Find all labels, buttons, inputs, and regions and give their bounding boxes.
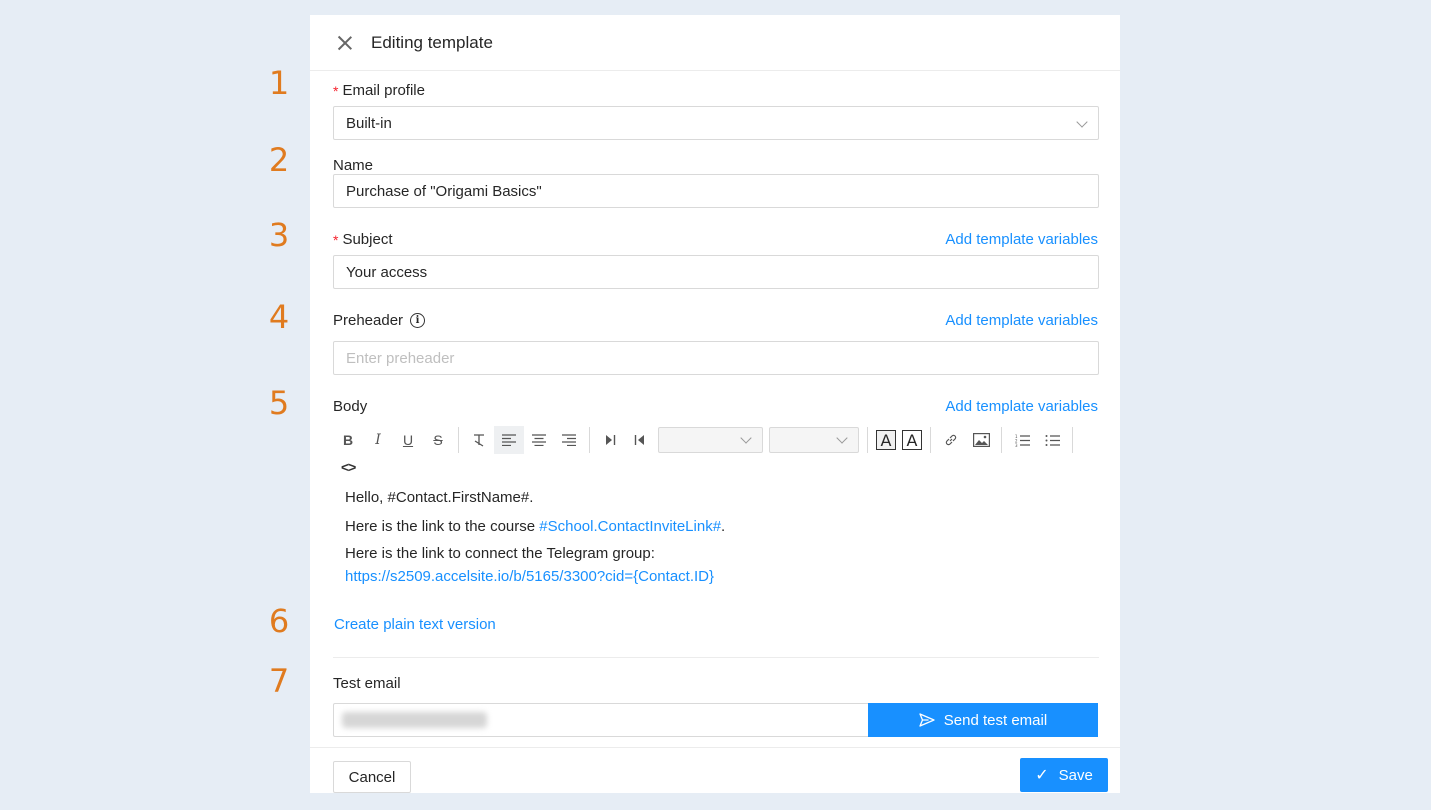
clear-format-icon (474, 434, 484, 447)
panel-title: Editing template (371, 32, 493, 52)
indent-button[interactable] (595, 426, 625, 454)
chevron-down-icon (1076, 116, 1088, 128)
toolbar-divider (1001, 427, 1002, 453)
email-profile-label-text: Email profile (342, 82, 425, 99)
preheader-add-variables-link[interactable]: Add template variables (945, 312, 1098, 329)
ordered-list-icon: 123 (1015, 434, 1030, 447)
preheader-input[interactable]: Enter preheader (333, 341, 1099, 375)
save-label: Save (1058, 766, 1093, 784)
strikethrough-button[interactable]: S (423, 426, 453, 454)
step-number-1: 1 (268, 64, 290, 102)
body-line-2-suffix: . (721, 518, 726, 535)
align-center-button[interactable] (524, 426, 554, 454)
step-number-4: 4 (268, 298, 290, 336)
save-button[interactable]: ✓ Save (1020, 758, 1108, 792)
test-email-input[interactable] (333, 703, 869, 737)
align-right-icon (562, 434, 576, 446)
insert-image-button[interactable] (966, 426, 996, 454)
body-line-1: Hello, #Contact.FirstName#. (345, 489, 534, 506)
create-plain-text-link[interactable]: Create plain text version (334, 616, 496, 633)
body-line-2: Here is the link to the course #School.C… (345, 515, 725, 538)
ordered-list-button[interactable]: 123 (1007, 426, 1037, 454)
subject-label: * Subject (333, 231, 393, 248)
step-number-7: 7 (268, 662, 290, 700)
required-marker: * (333, 231, 339, 248)
bold-button[interactable]: B (333, 426, 363, 454)
chevron-down-icon (740, 432, 752, 444)
bullet-list-button[interactable] (1037, 426, 1067, 454)
step-number-5: 5 (268, 384, 290, 422)
subject-label-text: Subject (342, 231, 393, 248)
required-marker: * (333, 82, 339, 99)
info-icon[interactable]: i (410, 313, 426, 328)
outdent-icon (634, 435, 644, 445)
background-color-button[interactable]: A (902, 430, 922, 450)
toolbar-divider (867, 427, 868, 453)
outdent-button[interactable] (625, 426, 655, 454)
svg-text:3: 3 (1015, 443, 1018, 447)
subject-input[interactable]: Your access (333, 255, 1099, 289)
course-link[interactable]: #School.ContactInviteLink# (539, 518, 721, 535)
image-icon (972, 433, 990, 447)
step-number-3: 3 (268, 216, 290, 254)
check-icon: ✓ (1035, 767, 1049, 784)
step-number-2: 2 (268, 141, 290, 179)
test-email-label: Test email (333, 675, 401, 692)
editor-toolbar: B I U S A A 1 2 3 (333, 425, 1103, 455)
chevron-down-icon (836, 432, 848, 444)
toolbar-divider (589, 427, 590, 453)
toolbar-divider (930, 427, 931, 453)
body-label: Body (333, 398, 368, 415)
font-color-button[interactable]: A (876, 430, 896, 450)
preheader-label: Preheader i (333, 312, 426, 329)
insert-link-button[interactable] (936, 426, 966, 454)
link-icon (945, 434, 957, 446)
email-profile-value: Built-in (346, 114, 392, 132)
email-profile-select[interactable]: Built-in (333, 106, 1099, 140)
email-profile-label: * Email profile (333, 82, 425, 99)
send-icon (919, 713, 935, 727)
blurred-email-value (342, 712, 487, 728)
align-right-button[interactable] (554, 426, 584, 454)
align-center-icon (532, 434, 546, 446)
close-icon[interactable] (336, 34, 354, 52)
telegram-link[interactable]: https://s2509.accelsite.io/b/5165/3300?c… (345, 565, 714, 588)
panel-header: Editing template (310, 15, 1120, 71)
name-value: Purchase of "Origami Basics" (346, 182, 542, 200)
panel-footer: Cancel ✓ Save (310, 747, 1120, 793)
toolbar-divider (458, 427, 459, 453)
subject-add-variables-link[interactable]: Add template variables (945, 231, 1098, 248)
align-left-button[interactable] (494, 426, 524, 454)
divider (333, 657, 1099, 658)
edit-template-panel: Editing template * Email profile Built-i… (310, 15, 1120, 793)
indent-icon (606, 435, 616, 445)
font-family-select[interactable] (658, 427, 763, 453)
bullet-list-icon (1045, 434, 1060, 446)
body-add-variables-link[interactable]: Add template variables (945, 398, 1098, 415)
step-number-6: 6 (268, 602, 290, 640)
align-left-icon (502, 434, 516, 446)
underline-button[interactable]: U (393, 426, 423, 454)
italic-button[interactable]: I (363, 426, 393, 454)
preheader-placeholder: Enter preheader (346, 349, 455, 367)
preheader-label-text: Preheader (333, 312, 404, 329)
send-test-email-label: Send test email (943, 711, 1048, 729)
body-line-2-prefix: Here is the link to the course (345, 518, 540, 535)
toolbar-divider (1072, 427, 1073, 453)
font-size-select[interactable] (769, 427, 859, 453)
name-label: Name (333, 157, 374, 174)
source-code-button[interactable]: <> (341, 459, 356, 475)
subject-value: Your access (346, 263, 428, 281)
clear-format-button[interactable] (464, 426, 494, 454)
body-line-3: Here is the link to connect the Telegram… (345, 545, 655, 562)
cancel-button[interactable]: Cancel (333, 761, 411, 793)
send-test-email-button[interactable]: Send test email (868, 703, 1098, 737)
name-input[interactable]: Purchase of "Origami Basics" (333, 174, 1099, 208)
